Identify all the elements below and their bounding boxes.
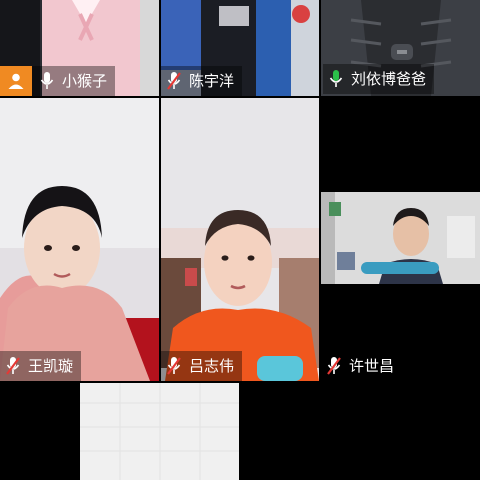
participant-name: 王凯璇 — [28, 357, 74, 375]
microphone-muted-icon — [4, 355, 22, 377]
video-tile-1[interactable]: 小猴子 — [0, 0, 159, 96]
participant-name-bar: 陈宇洋 — [161, 66, 243, 96]
participant-name: 小猴子 — [62, 72, 108, 90]
microphone-muted-icon — [325, 355, 343, 377]
participant-name-bar: 吕志伟 — [161, 351, 243, 381]
microphone-icon — [38, 70, 56, 92]
microphone-icon — [327, 68, 345, 90]
video-feed — [0, 98, 159, 381]
video-feed — [80, 383, 239, 480]
participant-name: 许世昌 — [349, 357, 395, 375]
video-tile-6 — [321, 98, 480, 192]
video-tile-3[interactable]: 刘依博爸爸 — [321, 0, 480, 96]
video-tile-8[interactable] — [80, 383, 239, 480]
video-tile-9 — [240, 383, 480, 480]
person-icon — [8, 73, 24, 89]
participant-name-bar: 王凯璇 — [0, 351, 82, 381]
host-badge — [0, 66, 32, 96]
participant-name-bar: 许世昌 — [321, 351, 402, 381]
participant-name: 刘依博爸爸 — [351, 70, 427, 88]
video-feed — [161, 98, 319, 381]
video-tile-2[interactable]: 陈宇洋 — [161, 0, 319, 96]
participant-name-bar: 刘依博爸爸 — [323, 64, 435, 94]
video-tile-4[interactable]: 王凯璇 — [0, 98, 159, 381]
participant-name: 吕志伟 — [189, 357, 235, 375]
participant-name-bar: 小猴子 — [0, 66, 116, 96]
participant-name: 陈宇洋 — [189, 72, 235, 90]
video-tile-5[interactable]: 吕志伟 — [161, 98, 319, 381]
microphone-muted-icon — [165, 70, 183, 92]
microphone-muted-icon — [165, 355, 183, 377]
video-tile-7[interactable]: 许世昌 — [321, 192, 480, 381]
